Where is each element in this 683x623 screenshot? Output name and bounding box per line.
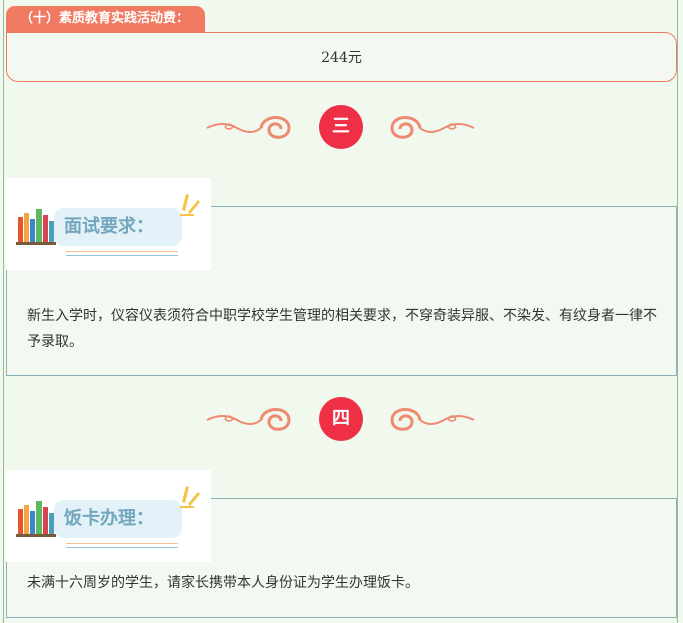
swirl-ornament-icon [206, 408, 291, 431]
underline-decoration [66, 251, 178, 252]
fee-amount: 244元 [6, 32, 677, 82]
section-title-badge: 面试要求： [6, 178, 211, 270]
section-divider: 三 [0, 102, 683, 150]
books-icon [16, 209, 56, 245]
section-body-text: 新生入学时，仪容仪表须符合中职学校学生管理的相关要求，不穿奇装异服、不染发、有纹… [27, 308, 657, 350]
swirl-ornament-icon [390, 116, 475, 139]
fee-tab-label: （十）素质教育实践活动费： [6, 6, 206, 32]
underline-decoration [66, 255, 178, 256]
underline-decoration [66, 547, 178, 548]
section-title: 饭卡办理： [64, 508, 154, 529]
sparkle-icon [180, 486, 200, 508]
section-number-badge: 三 [319, 105, 363, 149]
sparkle-icon [180, 194, 200, 216]
section-body-text: 未满十六周岁的学生，请家长携带本人身份证为学生办理饭卡。 [27, 575, 419, 591]
section-title: 面试要求： [64, 216, 154, 237]
section-title-badge: 饭卡办理： [6, 470, 211, 562]
section-number-badge: 四 [319, 397, 363, 441]
underline-decoration [66, 543, 178, 544]
section-divider: 四 [0, 394, 683, 442]
books-icon [16, 501, 56, 537]
swirl-ornament-icon [206, 116, 291, 139]
swirl-ornament-icon [390, 408, 475, 431]
